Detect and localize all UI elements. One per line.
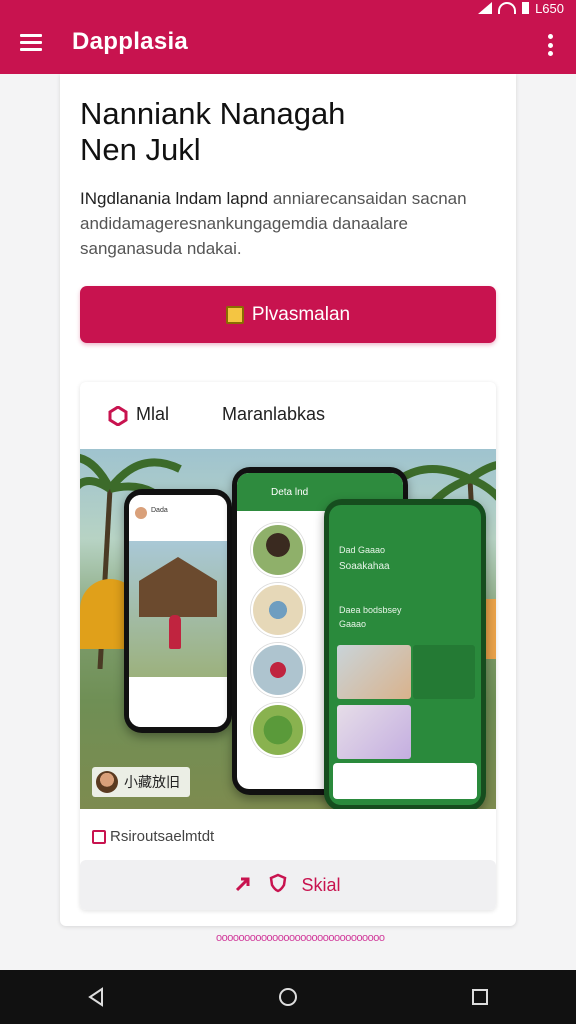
profile-circle: [251, 583, 305, 637]
status-bar: L650: [478, 0, 564, 16]
caption-text: 小藏放旧: [124, 774, 180, 790]
share-arrow-icon: [235, 874, 255, 897]
phone-header-text: Dada: [151, 507, 168, 514]
source-label: Rsiroutsaelmtdt: [110, 828, 215, 845]
gift-icon: [225, 305, 244, 324]
tab-label: Mlal: [136, 404, 170, 424]
phone-text: Gaaao: [339, 619, 367, 629]
avatar: [135, 507, 147, 519]
battery-icon: [522, 2, 530, 14]
app-title: Dapplasia: [72, 28, 189, 55]
phone-screen: Dada: [129, 495, 227, 727]
page-headline: Nanniank Nanagah Nen Jukl: [80, 96, 346, 167]
source-row: Rsiroutsaelmtdt: [92, 828, 214, 845]
primary-button[interactable]: Plvasmalan: [80, 286, 496, 343]
shield-icon: [269, 873, 287, 898]
back-icon[interactable]: [76, 977, 116, 1017]
status-time: L650: [535, 0, 564, 16]
app-bar: L650 Dapplasia: [0, 0, 576, 74]
phone-footer: [129, 677, 227, 727]
hero-image: Dada Deta lnd Dad Gaaao Soaakahaa Daea b…: [80, 449, 496, 809]
phone-mockup-right: Dad Gaaao Soaakahaa Daea bodsbsey Gaaao: [324, 499, 486, 809]
share-button[interactable]: Skial: [80, 860, 496, 910]
input-bar: [333, 763, 477, 799]
source-icon: [92, 829, 106, 844]
avatar: [96, 771, 118, 793]
feature-card: Mlal Maranlabkas Dada Deta lnd Dad Gaaao…: [80, 382, 496, 910]
hexagon-icon: [108, 405, 128, 426]
profile-circle: [251, 643, 305, 697]
menu-icon[interactable]: [20, 34, 42, 51]
system-nav-bar: [0, 970, 576, 1024]
person-illustration: [169, 615, 181, 649]
footer-link[interactable]: oooooooooooooooooooooooooooooo: [216, 932, 385, 944]
phone-text: Dad Gaaao: [339, 545, 386, 555]
photo-tile: [413, 645, 475, 699]
tab-maranlabkas[interactable]: Maranlabkas: [222, 404, 325, 425]
phone-mockup-left: Dada: [124, 489, 232, 733]
body-text: INgdlanania lndam lapnd anniarecansaidan…: [80, 186, 490, 261]
tab-label: Maranlabkas: [222, 404, 326, 424]
phone-text: Soaakahaa: [339, 561, 390, 572]
body-lead: INgdlanania lndam lapnd: [80, 189, 269, 208]
photo-tile: [337, 645, 411, 699]
home-icon[interactable]: [268, 977, 308, 1017]
share-label: Skial: [301, 874, 341, 895]
signal-icon: [478, 2, 493, 14]
phone-screen: Dad Gaaao Soaakahaa Daea bodsbsey Gaaao: [329, 505, 481, 805]
photo-tile: [337, 705, 411, 759]
more-options-icon[interactable]: [548, 34, 554, 56]
profile-circle: [251, 703, 305, 757]
phone-header-text: Deta lnd: [271, 487, 309, 498]
primary-button-label: Plvasmalan: [251, 303, 351, 325]
phone-text: Daea bodsbsey: [339, 605, 402, 615]
wifi-icon: [498, 2, 517, 14]
recents-icon[interactable]: [460, 977, 500, 1017]
phone-header: Dada: [129, 495, 227, 542]
hero-caption: 小藏放旧: [92, 767, 190, 797]
main-card: Nanniank Nanagah Nen Jukl INgdlanania ln…: [60, 74, 516, 944]
tab-mlal[interactable]: Mlal: [108, 404, 170, 426]
profile-circle: [251, 523, 305, 577]
